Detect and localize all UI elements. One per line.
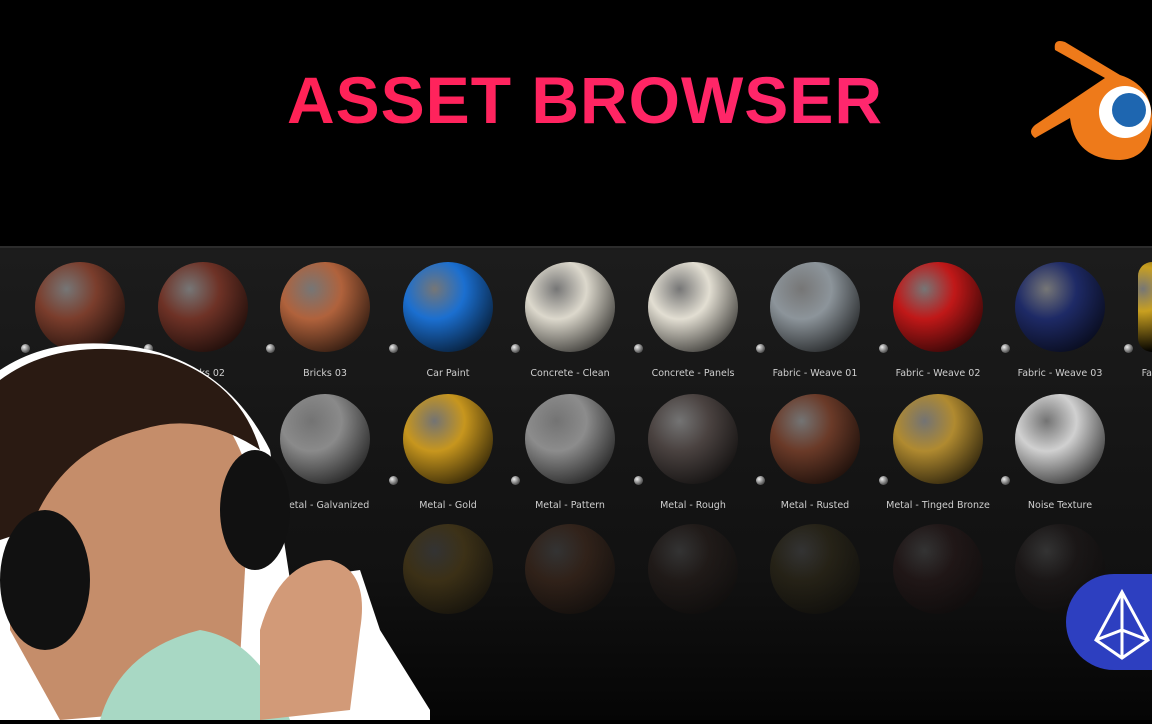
material-type-icon (511, 344, 520, 353)
material-preview (770, 262, 860, 352)
material-preview (1015, 394, 1105, 484)
asset-tile[interactable]: Fabric - Weave 03 (999, 248, 1121, 379)
asset-tile[interactable]: Metal - Pattern (509, 380, 631, 511)
asset-tile[interactable]: Metal - Rusted (754, 380, 876, 511)
material-type-icon (1001, 476, 1010, 485)
asset-tile[interactable] (509, 510, 631, 640)
asset-label: Concrete - Panels (651, 368, 735, 379)
asset-tile[interactable]: Fabric - Weave 02 (877, 248, 999, 379)
material-preview (770, 394, 860, 484)
material-type-icon (634, 476, 643, 485)
material-type-icon (756, 344, 765, 353)
material-preview (770, 524, 860, 614)
material-preview (893, 524, 983, 614)
material-preview (893, 394, 983, 484)
asset-tile[interactable]: Concrete - Clean (509, 248, 631, 379)
material-preview (648, 524, 738, 614)
material-type-icon (1124, 344, 1133, 353)
material-type-icon (756, 476, 765, 485)
material-type-icon (879, 344, 888, 353)
presenter-photo (0, 330, 430, 720)
asset-label: Fabric - Weave 03 (1017, 368, 1103, 379)
material-preview (1015, 262, 1105, 352)
asset-tile[interactable]: Metal - Tinged Bronze (877, 380, 999, 511)
asset-label: Fa (1141, 368, 1152, 379)
material-preview (648, 262, 738, 352)
material-preview (1138, 262, 1152, 352)
page-title: ASSET BROWSER (18, 62, 1152, 138)
ethereum-badge-icon (1066, 570, 1152, 688)
material-preview (648, 394, 738, 484)
asset-tile[interactable]: Noise Texture (999, 380, 1121, 511)
asset-tile[interactable]: Fa (1122, 248, 1152, 379)
asset-tile[interactable]: Concrete - Panels (632, 248, 754, 379)
asset-tile[interactable] (632, 510, 754, 640)
material-type-icon (879, 476, 888, 485)
asset-tile[interactable] (877, 510, 999, 640)
material-preview (525, 524, 615, 614)
material-type-icon (1001, 344, 1010, 353)
blender-logo-icon (1025, 30, 1152, 170)
material-type-icon (634, 344, 643, 353)
asset-tile[interactable]: Fabric - Weave 01 (754, 248, 876, 379)
asset-label: Concrete - Clean (530, 368, 610, 379)
material-preview (525, 394, 615, 484)
asset-tile[interactable] (754, 510, 876, 640)
material-preview (525, 262, 615, 352)
asset-label: Fabric - Weave 02 (895, 368, 981, 379)
material-type-icon (511, 476, 520, 485)
material-preview (893, 262, 983, 352)
asset-tile[interactable]: Metal - Rough (632, 380, 754, 511)
asset-label: Fabric - Weave 01 (772, 368, 858, 379)
